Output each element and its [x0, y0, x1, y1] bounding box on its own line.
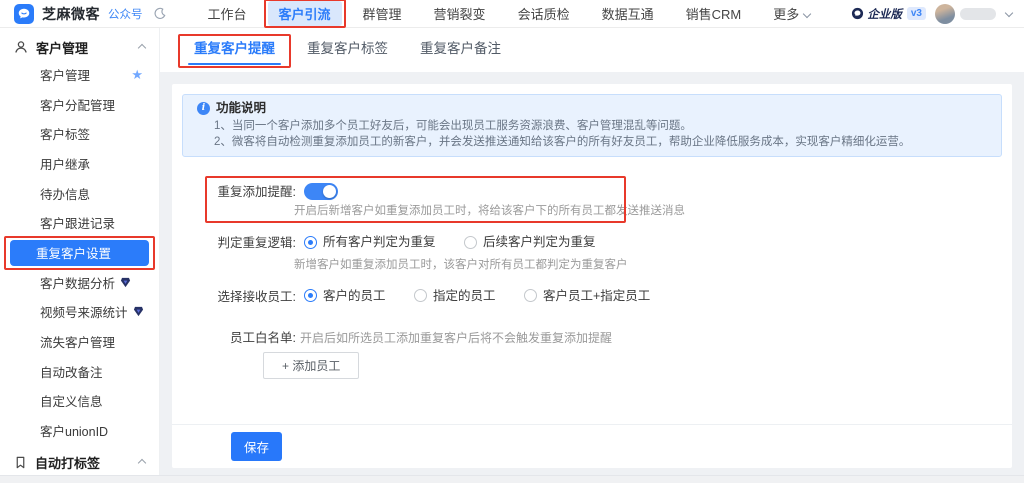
radio-unchecked-icon [524, 289, 537, 302]
sidebar-item-lost-customer-management[interactable]: 流失客户管理 [0, 327, 159, 357]
plan-label: 企业版 [867, 6, 902, 22]
chevron-down-icon [803, 10, 811, 18]
bookmark-icon [14, 456, 27, 469]
plan-badge: 企业版 [851, 6, 902, 22]
row-duplicate-logic: 判定重复逻辑: 所有客户判定为重复 后续客户判定为重复 新增客户如重复添加员工时… [172, 232, 1012, 273]
info-line-1: 1、当同一个客户添加多个员工好友后，可能会出现员工服务资源浪费、客户管理混乱等问… [197, 119, 987, 133]
star-icon[interactable]: ★ [131, 67, 143, 83]
sidebar-item-customer-tags[interactable]: 客户标签 [0, 119, 159, 149]
sidebar: 客户管理 客户管理★ 客户分配管理 客户标签 用户继承 待办信息 客户跟进记录 … [0, 28, 160, 483]
radio-all-customers-duplicate[interactable]: 所有客户判定为重复 [304, 232, 436, 252]
row-duplicate-add-reminder: 重复添加提醒: 开启后新增客户如重复添加员工时，将给该客户下的所有员工都发送推送… [172, 181, 1012, 219]
whitelist-description: 开启后如所选员工添加重复客户后将不会触发重复添加提醒 [300, 331, 612, 345]
radio-customer-staff[interactable]: 客户的员工 [304, 286, 386, 306]
enterprise-badge-icon [851, 7, 864, 20]
nav-item-sales-crm[interactable]: 销售CRM [675, 1, 753, 26]
radio-designated-staff[interactable]: 指定的员工 [414, 286, 496, 306]
sidebar-item-followup-records[interactable]: 客户跟进记录 [0, 208, 159, 238]
feature-info-box: i 功能说明 1、当同一个客户添加多个员工好友后，可能会出现员工服务资源浪费、客… [182, 94, 1002, 157]
top-bar: 芝麻微客 公众号 工作台 客户引流 群管理 营销裂变 会话质检 数据互通 销售C… [0, 0, 1024, 28]
person-icon [14, 40, 28, 54]
radio-checked-icon [304, 236, 317, 249]
sidebar-item-custom-info[interactable]: 自定义信息 [0, 386, 159, 416]
logic-description: 新增客户如重复添加员工时，该客户对所有员工都判定为重复客户 [294, 258, 628, 273]
tab-duplicate-tags[interactable]: 重复客户标签 [303, 28, 392, 72]
tab-duplicate-remarks[interactable]: 重复客户备注 [416, 28, 505, 72]
sidebar-item-todo-info[interactable]: 待办信息 [0, 178, 159, 208]
info-icon: i [197, 102, 210, 115]
sidebar-item-customer-unionid[interactable]: 客户unionID [0, 416, 159, 446]
sidebar-section-customer-management[interactable]: 客户管理 [0, 34, 159, 60]
info-title: 功能说明 [216, 100, 266, 117]
sidebar-item-customer-allocation[interactable]: 客户分配管理 [0, 90, 159, 120]
vip-diamond-icon [120, 277, 131, 288]
save-button[interactable]: 保存 [231, 432, 282, 461]
horizontal-scrollbar[interactable] [0, 475, 1024, 483]
remind-label: 重复添加提醒: [172, 181, 296, 219]
sidebar-item-customer-data-analysis[interactable]: 客户数据分析 [0, 268, 159, 298]
nav-item-more[interactable]: 更多 [762, 1, 821, 26]
chevron-up-icon [138, 458, 146, 466]
radio-unchecked-icon [414, 289, 427, 302]
info-line-2: 2、微客将自动检测重复添加员工的新客户，并会发送推送通知给该客户的所有好友员工，… [197, 135, 987, 149]
nav-item-marketing-fission[interactable]: 营销裂变 [423, 1, 497, 26]
nav-item-data-interchange[interactable]: 数据互通 [591, 1, 665, 26]
tab-duplicate-reminder[interactable]: 重复客户提醒 [190, 28, 279, 72]
receiver-label: 选择接收员工: [172, 286, 296, 308]
sidebar-item-auto-remark[interactable]: 自动改备注 [0, 356, 159, 386]
sidebar-section-auto-tagging[interactable]: 自动打标签 [0, 449, 159, 475]
row-staff-whitelist: 员工白名单: 开启后如所选员工添加重复客户后将不会触发重复添加提醒 + 添加员工 [172, 329, 1012, 379]
settings-card: i 功能说明 1、当同一个客户添加多个员工好友后，可能会出现员工服务资源浪费、客… [172, 84, 1012, 468]
radio-customer-plus-designated-staff[interactable]: 客户员工+指定员工 [524, 286, 650, 306]
radio-subsequent-customers-duplicate[interactable]: 后续客户判定为重复 [464, 232, 596, 252]
version-badge: v3 [907, 7, 926, 20]
nav-item-group-management[interactable]: 群管理 [352, 1, 413, 26]
main-content: 重复客户提醒 重复客户标签 重复客户备注 i 功能说明 1、当同一个客户添加多个… [160, 28, 1024, 483]
radio-checked-icon [304, 289, 317, 302]
sidebar-item-user-inheritance[interactable]: 用户继承 [0, 149, 159, 179]
sidebar-item-video-channel-stats[interactable]: 视频号来源统计 [0, 297, 159, 327]
nav-item-chat-inspection[interactable]: 会话质检 [507, 1, 581, 26]
radio-unchecked-icon [464, 236, 477, 249]
brand-tag-official-account[interactable]: 公众号 [108, 6, 143, 22]
app-logo-icon [14, 4, 34, 24]
tab-bar: 重复客户提醒 重复客户标签 重复客户备注 [160, 28, 1024, 72]
avatar[interactable] [935, 4, 955, 24]
duplicate-reminder-toggle[interactable] [304, 183, 338, 200]
logic-label: 判定重复逻辑: [172, 232, 296, 273]
row-receiver-staff: 选择接收员工: 客户的员工 指定的员工 客户员工+指定员工 [172, 286, 1012, 308]
account-area[interactable]: 企业版 v3 [851, 4, 1024, 24]
nav-item-workbench[interactable]: 工作台 [197, 1, 258, 26]
remind-description: 开启后新增客户如重复添加员工时，将给该客户下的所有员工都发送推送消息 [294, 203, 685, 219]
dark-mode-moon-icon[interactable] [153, 7, 166, 20]
toggle-knob [323, 185, 336, 198]
sidebar-item-duplicate-customer-settings[interactable]: 重复客户设置 [10, 240, 149, 266]
user-name-redacted [960, 8, 996, 20]
chevron-down-icon[interactable] [1005, 8, 1013, 16]
sidebar-item-customer-management[interactable]: 客户管理★ [0, 60, 159, 90]
add-staff-button[interactable]: + 添加员工 [263, 352, 359, 379]
top-nav: 工作台 客户引流 群管理 营销裂变 会话质检 数据互通 销售CRM 更多 [192, 1, 827, 26]
vip-diamond-icon [133, 306, 144, 317]
brand[interactable]: 芝麻微客 公众号 [14, 4, 166, 24]
card-footer: 保存 [172, 424, 1012, 468]
brand-name: 芝麻微客 [42, 4, 100, 24]
nav-item-customer-acquisition[interactable]: 客户引流 [268, 1, 342, 26]
chevron-up-icon [138, 43, 146, 51]
app-root: 芝麻微客 公众号 工作台 客户引流 群管理 营销裂变 会话质检 数据互通 销售C… [0, 0, 1024, 483]
